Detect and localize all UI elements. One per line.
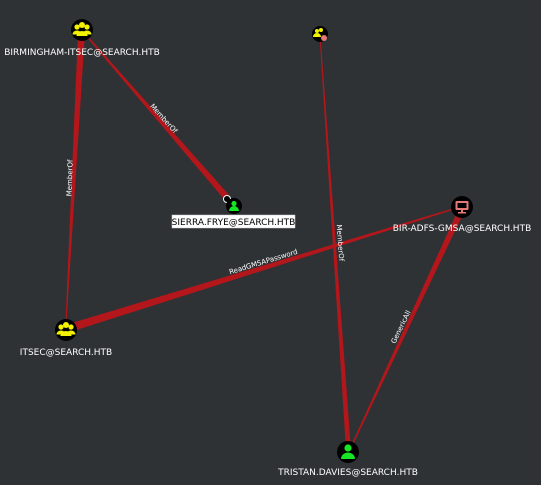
node-itsec[interactable]: ITSEC@SEARCH.HTB: [20, 319, 112, 358]
graph-canvas[interactable]: MemberOf MemberOf ReadGMSAPassword Membe…: [0, 0, 541, 485]
node-label-tristan-davies: TRISTAN.DAVIES@SEARCH.HTB: [277, 468, 418, 478]
node-collapsed-cluster[interactable]: [312, 26, 328, 42]
edge-label-memberof-birmingham-itsec: MemberOf: [65, 159, 74, 197]
node-label-birmingham-itsec: BIRMINGHAM-ITSEC@SEARCH.HTB: [4, 48, 160, 58]
edge-label-memberof-birmingham-sierra: MemberOf: [148, 102, 179, 135]
node-sierra-frye[interactable]: SIERRA.FRYE@SEARCH.HTB: [172, 195, 296, 229]
edge-genericall-tristan-biradfs[interactable]: [349, 208, 465, 451]
node-label-sierra-frye: SIERRA.FRYE@SEARCH.HTB: [172, 218, 296, 228]
node-label-bir-adfs-gmsa: BIR-ADFS-GMSA@SEARCH.HTB: [393, 224, 532, 234]
edges-layer: [65, 30, 465, 451]
node-birmingham-itsec[interactable]: BIRMINGHAM-ITSEC@SEARCH.HTB: [4, 19, 160, 58]
node-label-itsec: ITSEC@SEARCH.HTB: [20, 348, 112, 358]
nodes-layer: BIRMINGHAM-ITSEC@SEARCH.HTB SIERRA.FRYE@…: [4, 19, 531, 478]
node-bir-adfs-gmsa[interactable]: BIR-ADFS-GMSA@SEARCH.HTB: [393, 196, 532, 234]
node-tristan-davies[interactable]: TRISTAN.DAVIES@SEARCH.HTB: [277, 441, 418, 478]
